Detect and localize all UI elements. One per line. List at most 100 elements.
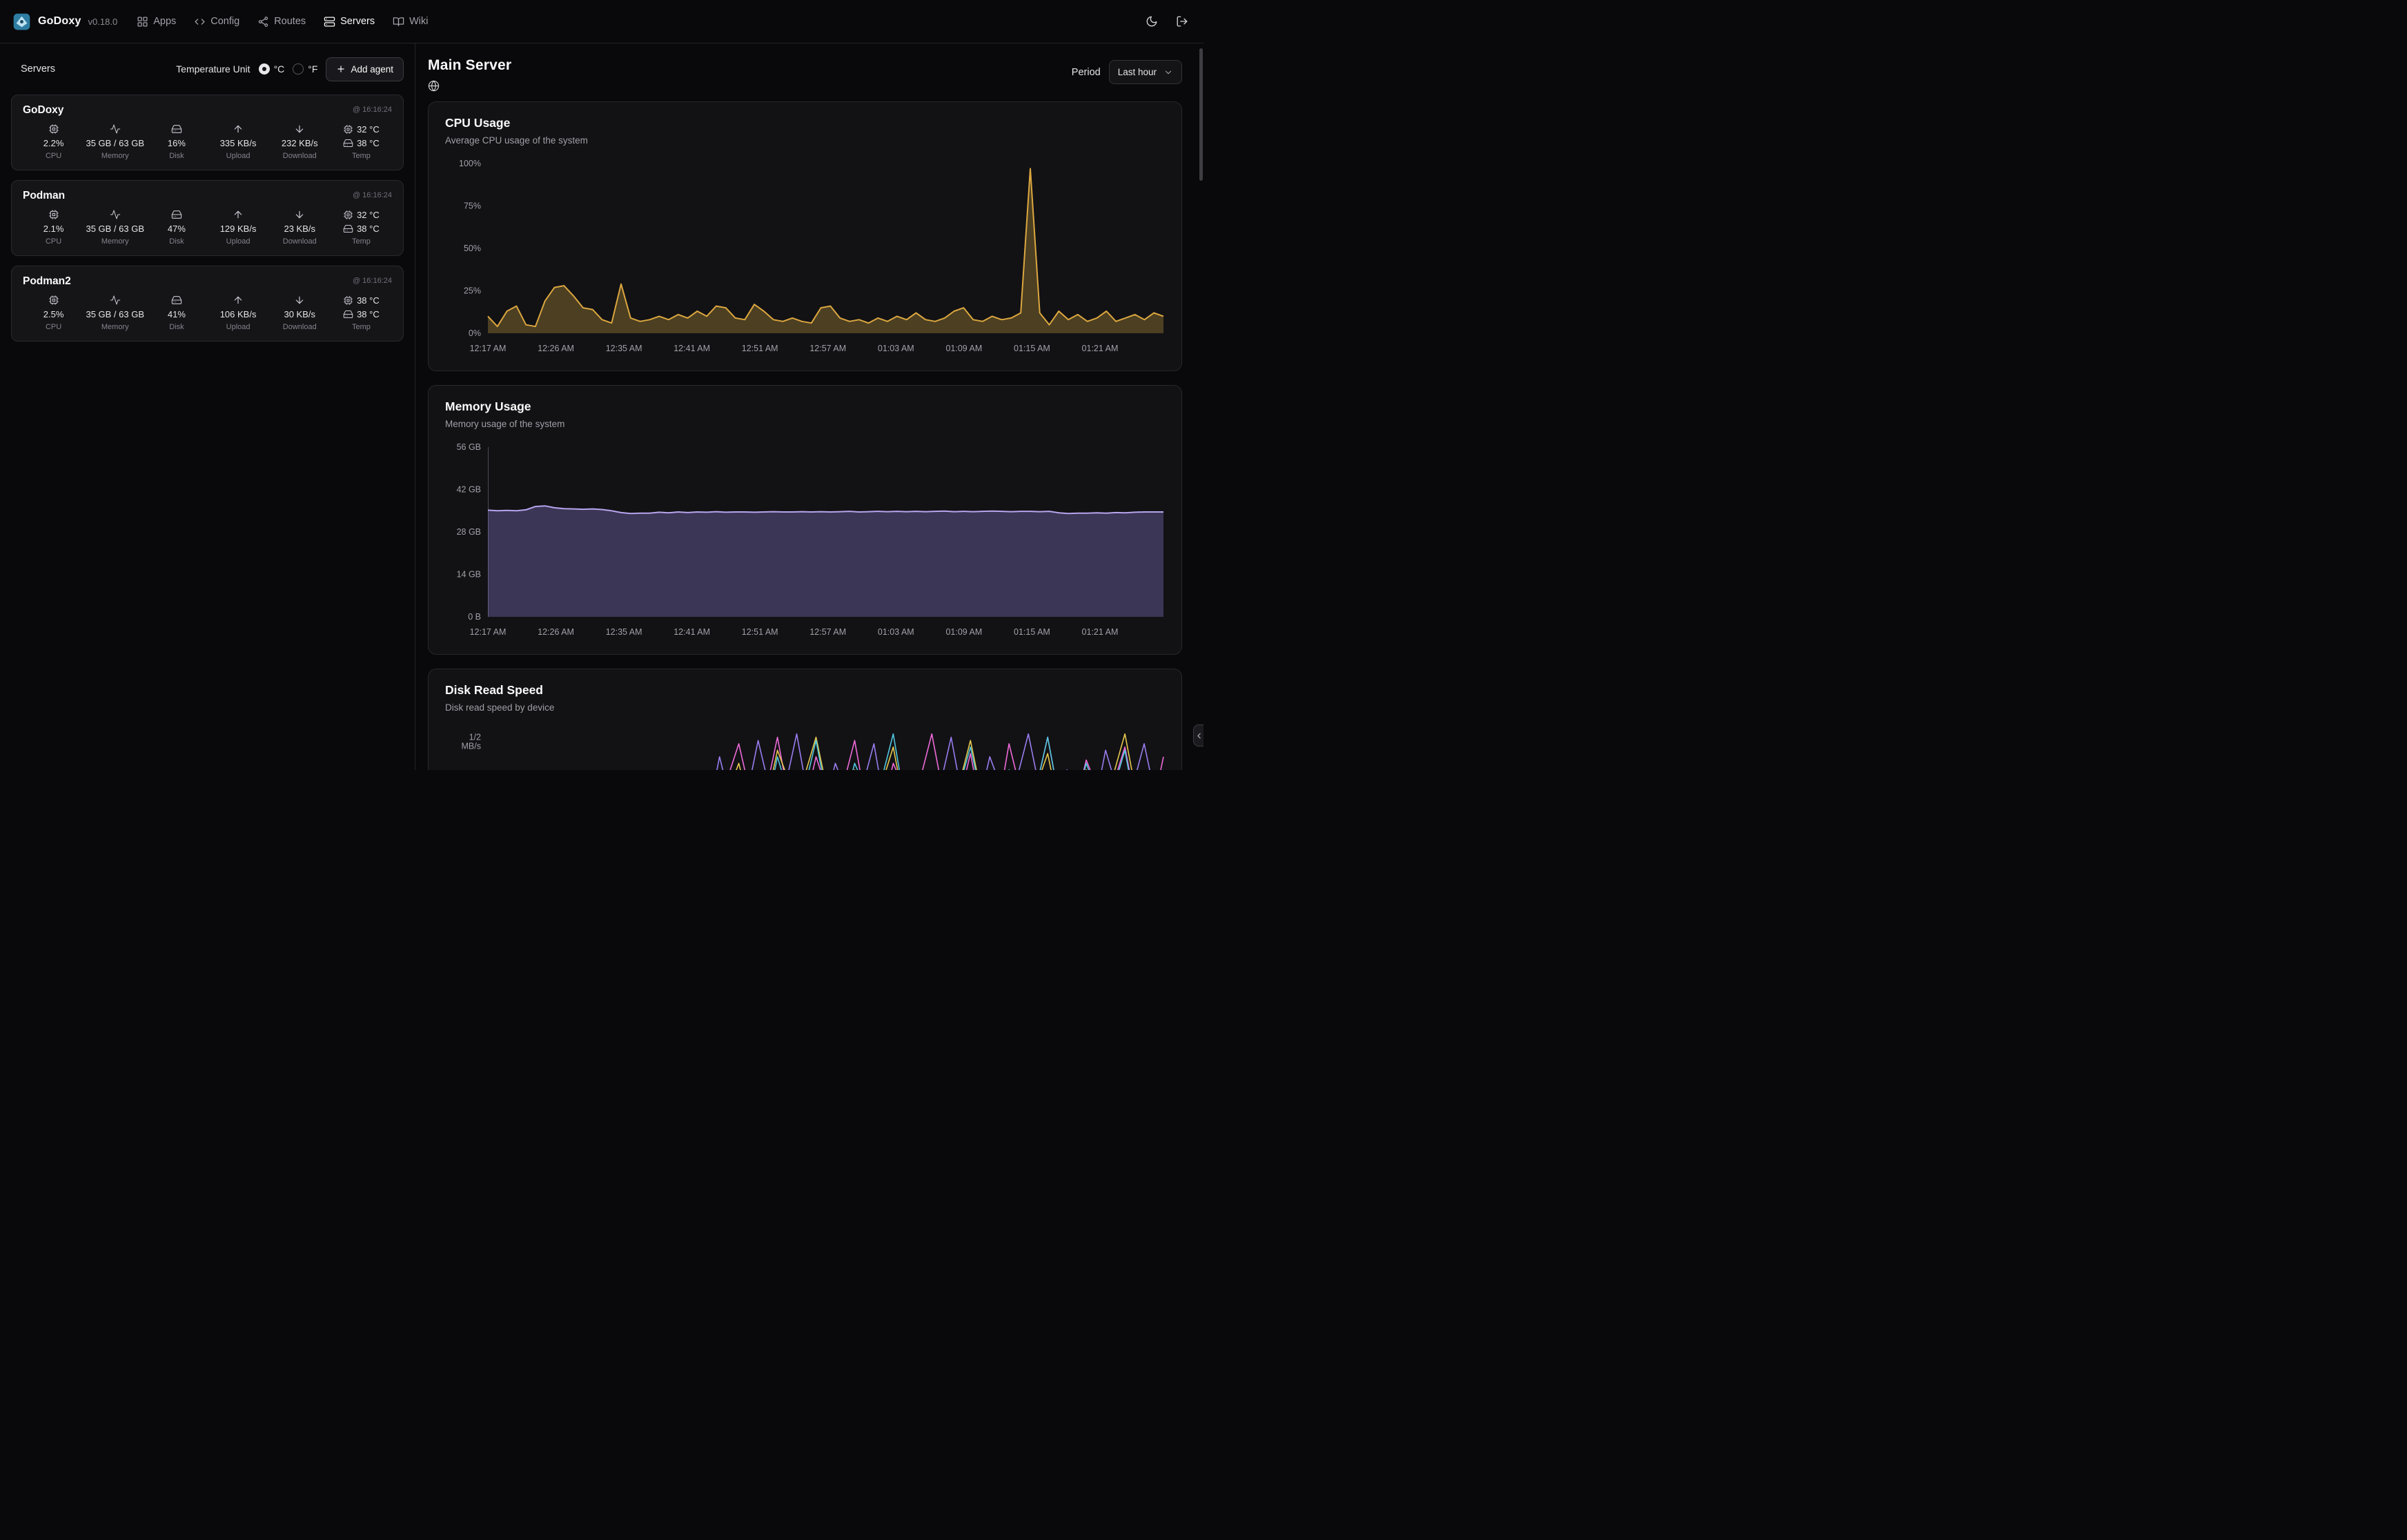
nav-wiki-label: Wiki xyxy=(409,16,428,27)
godoxy-logo-icon xyxy=(12,12,31,31)
nav-item-routes[interactable]: Routes xyxy=(257,16,306,28)
servers-sidebar: Servers Temperature Unit °C °F xyxy=(0,43,415,770)
globe-icon[interactable] xyxy=(428,80,511,92)
svg-text:25%: 25% xyxy=(464,286,481,296)
download-label: Download xyxy=(283,321,317,333)
memory-value: 35 GB / 63 GB xyxy=(86,221,144,235)
svg-text:01:21 AM: 01:21 AM xyxy=(1082,627,1119,637)
version-label: v0.18.0 xyxy=(88,17,118,27)
svg-text:1/2MB/s: 1/2MB/s xyxy=(462,732,482,751)
upload-value: 129 KB/s xyxy=(220,221,257,235)
hard-drive-icon xyxy=(171,122,182,136)
cpu-stat: 2.1% CPU xyxy=(23,208,84,247)
disk-temp-icon xyxy=(343,309,353,319)
temp-label: Temp xyxy=(352,150,371,161)
brand-name: GoDoxy xyxy=(38,15,81,28)
download-label: Download xyxy=(283,150,317,161)
cpu-temp-icon xyxy=(343,210,353,220)
period-value: Last hour xyxy=(1118,67,1157,77)
cpu-value: 2.2% xyxy=(43,136,64,150)
scrollbar-thumb[interactable] xyxy=(1199,48,1203,181)
svg-text:0%: 0% xyxy=(469,328,481,338)
memory-stat: 35 GB / 63 GB Memory xyxy=(84,208,146,247)
svg-text:28 GB: 28 GB xyxy=(457,527,481,537)
cpu-chart-subtitle: Average CPU usage of the system xyxy=(445,135,1165,146)
disk-chart-subtitle: Disk read speed by device xyxy=(445,702,1165,713)
nav-item-config[interactable]: Config xyxy=(194,16,239,28)
collapse-panel-handle[interactable] xyxy=(1193,724,1204,747)
arrow-down-icon xyxy=(294,208,305,221)
add-agent-button[interactable]: Add agent xyxy=(326,57,404,81)
download-value: 23 KB/s xyxy=(284,221,315,235)
svg-text:75%: 75% xyxy=(464,201,481,211)
cpu-stat: 2.5% CPU xyxy=(23,293,84,333)
cpu-temp-value: 38 °C xyxy=(357,295,380,306)
server-timestamp: @ 16:16:24 xyxy=(353,277,392,285)
temp-stat: 38 °C 38 °C Temp xyxy=(331,293,392,333)
radio-celsius[interactable]: °C xyxy=(259,63,285,75)
temperature-unit-label: Temperature Unit xyxy=(176,63,250,75)
disk-label: Disk xyxy=(169,235,184,247)
top-navbar: GoDoxy v0.18.0 Apps Config Routes xyxy=(0,0,1204,43)
cpu-icon xyxy=(48,208,59,221)
logout-button[interactable] xyxy=(1176,15,1188,28)
download-value: 30 KB/s xyxy=(284,307,315,321)
download-value: 232 KB/s xyxy=(282,136,318,150)
svg-text:12:51 AM: 12:51 AM xyxy=(742,344,778,353)
code-icon xyxy=(194,16,206,28)
apps-grid-icon xyxy=(137,16,148,28)
servers-stack-icon xyxy=(324,16,335,28)
disk-label: Disk xyxy=(169,150,184,161)
cpu-temp-icon xyxy=(343,295,353,306)
arrow-down-icon xyxy=(294,122,305,136)
period-label: Period xyxy=(1072,67,1101,78)
hard-drive-icon xyxy=(171,208,182,221)
svg-text:12:17 AM: 12:17 AM xyxy=(470,344,507,353)
server-card-godoxy[interactable]: GoDoxy @ 16:16:24 2.2% CPU 35 GB / 63 GB… xyxy=(11,95,404,170)
fahrenheit-label: °F xyxy=(308,63,317,75)
memory-usage-chart: 0 B14 GB28 GB42 GB56 GB12:17 AM12:26 AM1… xyxy=(445,440,1165,640)
disk-temp-value: 38 °C xyxy=(357,309,380,319)
radio-fahrenheit[interactable]: °F xyxy=(293,63,317,75)
server-name: Podman2 xyxy=(23,275,71,288)
cpu-value: 2.5% xyxy=(43,307,64,321)
svg-text:12:26 AM: 12:26 AM xyxy=(538,627,574,637)
add-agent-label: Add agent xyxy=(351,64,393,75)
svg-text:12:17 AM: 12:17 AM xyxy=(470,627,507,637)
nav-item-wiki[interactable]: Wiki xyxy=(393,16,428,28)
memory-value: 35 GB / 63 GB xyxy=(86,307,144,321)
memory-usage-card: Memory Usage Memory usage of the system … xyxy=(428,385,1182,655)
server-card-podman2[interactable]: Podman2 @ 16:16:24 2.5% CPU 35 GB / 63 G… xyxy=(11,266,404,342)
cpu-label: CPU xyxy=(46,235,61,247)
cpu-temp-value: 32 °C xyxy=(357,210,380,220)
svg-text:01:09 AM: 01:09 AM xyxy=(945,344,982,353)
svg-text:12:26 AM: 12:26 AM xyxy=(538,344,574,353)
svg-text:12:35 AM: 12:35 AM xyxy=(606,344,642,353)
nav-item-servers[interactable]: Servers xyxy=(324,16,375,28)
radio-fahrenheit-circle xyxy=(293,63,304,75)
disk-value: 41% xyxy=(168,307,186,321)
nav-item-apps[interactable]: Apps xyxy=(137,16,176,28)
nav-routes-label: Routes xyxy=(274,16,306,27)
svg-text:100%: 100% xyxy=(459,159,481,168)
svg-text:01:03 AM: 01:03 AM xyxy=(878,627,914,637)
download-label: Download xyxy=(283,235,317,247)
period-select[interactable]: Last hour xyxy=(1109,60,1182,84)
radio-celsius-circle xyxy=(259,63,270,75)
disk-temp-icon xyxy=(343,224,353,234)
cpu-icon xyxy=(48,293,59,307)
disk-stat: 47% Disk xyxy=(146,208,207,247)
nav-apps-label: Apps xyxy=(153,16,176,27)
theme-toggle-button[interactable] xyxy=(1146,15,1158,28)
cpu-usage-card: CPU Usage Average CPU usage of the syste… xyxy=(428,101,1182,371)
cpu-temp-icon xyxy=(343,124,353,135)
activity-icon xyxy=(110,122,121,136)
memory-stat: 35 GB / 63 GB Memory xyxy=(84,122,146,161)
svg-text:12:35 AM: 12:35 AM xyxy=(606,627,642,637)
svg-text:42 GB: 42 GB xyxy=(457,485,481,495)
arrow-down-icon xyxy=(294,293,305,307)
svg-text:56 GB: 56 GB xyxy=(457,442,481,452)
server-card-podman[interactable]: Podman @ 16:16:24 2.1% CPU 35 GB / 63 GB… xyxy=(11,180,404,256)
logout-icon xyxy=(1176,15,1188,28)
arrow-up-icon xyxy=(233,122,244,136)
